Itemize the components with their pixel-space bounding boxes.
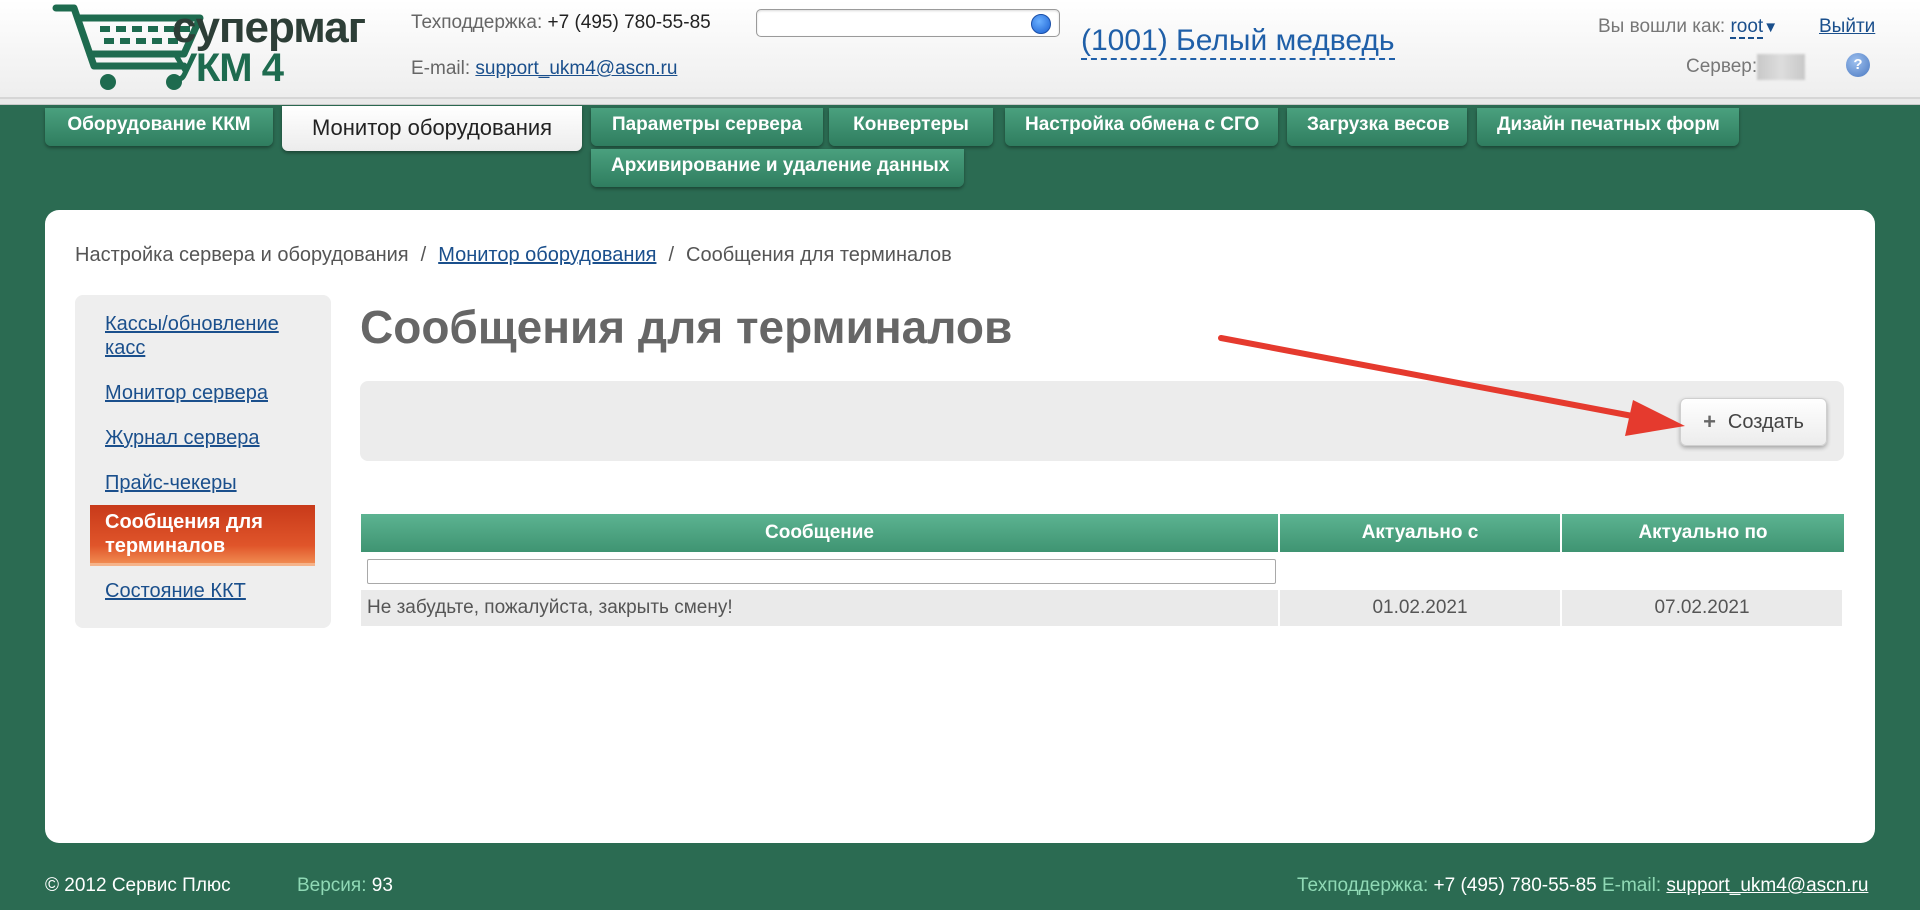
sidebar-item-terminal-messages[interactable]: Сообщения для терминалов bbox=[90, 505, 315, 566]
breadcrumb-root: Настройка сервера и оборудования bbox=[75, 244, 409, 266]
footer-support: Техподдержка: +7 (495) 780-55-85 E-mail:… bbox=[1297, 875, 1868, 897]
sidebar-item-price-checkers[interactable]: Прайс-чекеры bbox=[105, 471, 315, 495]
search-input[interactable] bbox=[763, 11, 1023, 35]
footer-support-phone: +7 (495) 780-55-85 bbox=[1433, 875, 1597, 896]
sidebar-item-kkt-state[interactable]: Состояние ККТ bbox=[105, 579, 315, 603]
table-header: Сообщение Актуально с Актуально по bbox=[361, 514, 1844, 552]
breadcrumb-separator: / bbox=[668, 244, 675, 266]
tab-equipment-kkm[interactable]: Оборудование ККМ bbox=[45, 108, 273, 146]
header-support: Техподдержка: +7 (495) 780-55-85 bbox=[411, 12, 711, 34]
support-phone: +7 (495) 780-55-85 bbox=[547, 12, 711, 33]
breadcrumb: Настройка сервера и оборудования / Монитор… bbox=[75, 244, 952, 267]
logo-line1: супермаг bbox=[172, 3, 366, 52]
filter-row bbox=[361, 552, 1844, 590]
tab-equipment-monitor[interactable]: Монитор оборудования bbox=[282, 106, 582, 151]
user-menu[interactable]: root bbox=[1730, 16, 1764, 39]
logged-in-as: Вы вошли как: root▼ bbox=[1598, 16, 1778, 39]
footer-copyright: © 2012 Сервис Плюс bbox=[45, 875, 231, 896]
message-filter-input[interactable] bbox=[367, 559, 1276, 584]
version-label: Версия: bbox=[297, 875, 367, 896]
plus-icon: + bbox=[1703, 409, 1716, 434]
footer-email-label: E-mail: bbox=[1601, 875, 1662, 896]
breadcrumb-parent[interactable]: Монитор оборудования bbox=[438, 244, 656, 266]
column-header-message[interactable]: Сообщение bbox=[361, 514, 1280, 552]
breadcrumb-separator: / bbox=[420, 244, 427, 266]
footer-email-link[interactable]: support_ukm4@ascn.ru bbox=[1666, 875, 1868, 896]
email-link[interactable]: support_ukm4@ascn.ru bbox=[475, 58, 677, 79]
support-label: Техподдержка: bbox=[411, 12, 543, 33]
column-header-valid-from[interactable]: Актуально с bbox=[1280, 514, 1562, 552]
create-button-label: Создать bbox=[1727, 410, 1804, 433]
tab-print-forms[interactable]: Дизайн печатных форм bbox=[1477, 108, 1739, 146]
header-email: E-mail: support_ukm4@ascn.ru bbox=[411, 58, 677, 80]
tab-sgo-exchange[interactable]: Настройка обмена с СГО bbox=[1005, 108, 1278, 146]
help-icon[interactable]: ? bbox=[1846, 53, 1870, 77]
breadcrumb-current: Сообщения для терминалов bbox=[686, 244, 952, 266]
cell-valid-to: 07.02.2021 bbox=[1562, 590, 1844, 626]
sidebar-item-registers[interactable]: Кассы/обновление касс bbox=[105, 312, 315, 360]
logo-text: супермаг УКМ 4 bbox=[172, 3, 366, 91]
toolbar bbox=[360, 381, 1844, 461]
create-button[interactable]: + Создать bbox=[1680, 398, 1827, 446]
page-title: Сообщения для терминалов bbox=[360, 301, 1013, 353]
footer-support-label: Техподдержка: bbox=[1297, 875, 1429, 896]
tab-server-params[interactable]: Параметры сервера bbox=[591, 108, 823, 146]
search-box bbox=[756, 9, 1060, 37]
logo-line2: УКМ 4 bbox=[172, 46, 284, 90]
cell-message: Не забудьте, пожалуйста, закрыть смену! bbox=[361, 590, 1280, 626]
column-header-valid-to[interactable]: Актуально по bbox=[1562, 514, 1844, 552]
tab-converters[interactable]: Конвертеры bbox=[829, 108, 993, 146]
email-label: E-mail: bbox=[411, 58, 471, 79]
header: супермаг УКМ 4 Техподдержка: +7 (495) 78… bbox=[0, 0, 1920, 105]
messages-table: Сообщение Актуально с Актуально по Не за… bbox=[361, 514, 1844, 626]
tab-scales-upload[interactable]: Загрузка весов bbox=[1287, 108, 1467, 146]
logout-link[interactable]: Выйти bbox=[1819, 16, 1875, 38]
server-value-redacted bbox=[1757, 54, 1806, 80]
chevron-down-icon[interactable]: ▼ bbox=[1763, 19, 1778, 36]
server-label: Сервер: bbox=[1686, 56, 1758, 78]
sidebar-item-server-monitor[interactable]: Монитор сервера bbox=[105, 381, 315, 405]
search-icon[interactable] bbox=[1031, 14, 1051, 34]
store-selector[interactable]: (1001) Белый медведь bbox=[1081, 24, 1395, 60]
sidebar: Кассы/обновление касс Монитор сервера Жу… bbox=[75, 295, 331, 628]
tab-archive-delete[interactable]: Архивирование и удаление данных bbox=[591, 149, 964, 187]
table-row[interactable]: Не забудьте, пожалуйста, закрыть смену! … bbox=[361, 590, 1844, 626]
logged-label: Вы вошли как: bbox=[1598, 16, 1726, 37]
cell-valid-from: 01.02.2021 bbox=[1280, 590, 1562, 626]
server-info: Сервер: bbox=[1686, 54, 1806, 80]
version-value: 93 bbox=[371, 875, 393, 896]
sidebar-item-server-log[interactable]: Журнал сервера bbox=[105, 426, 315, 450]
footer-version: Версия: 93 bbox=[297, 875, 393, 897]
